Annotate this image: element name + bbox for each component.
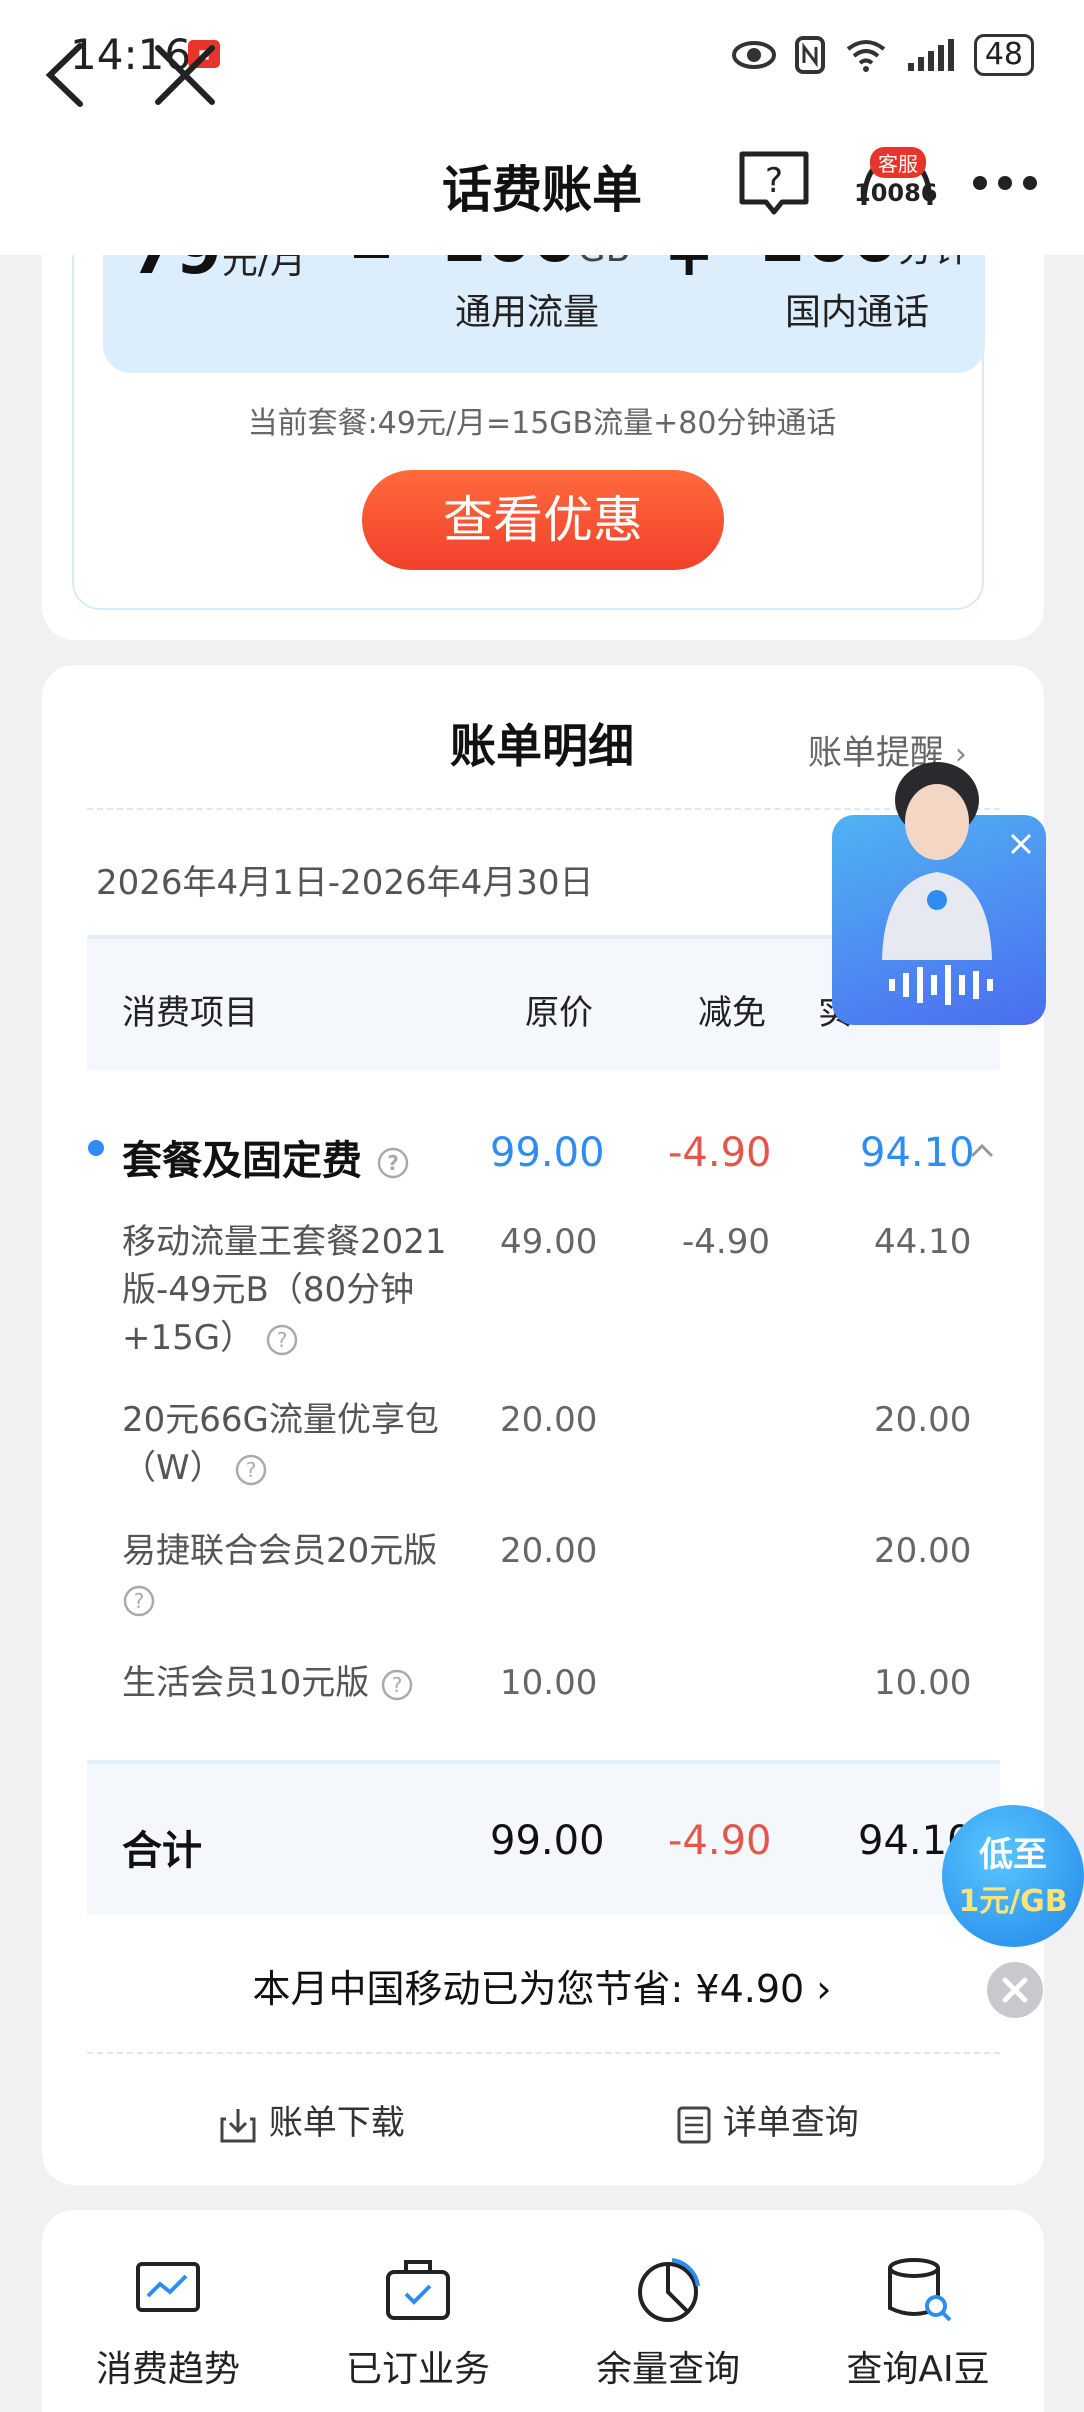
bill-row-original: 49.00 [500, 1222, 598, 1262]
shortcut-consumption-trend[interactable]: 消费趋势 [58, 2340, 278, 2392]
bill-row-name: 生活会员10元版 ? [122, 1659, 462, 1707]
section-original: 99.00 [490, 1130, 605, 1176]
voice-wave-icon [889, 965, 993, 1005]
back-arrow-icon[interactable] [36, 40, 96, 110]
signal-icon [907, 39, 954, 71]
question-icon[interactable]: ? [122, 1584, 156, 1618]
customer-service-button[interactable]: 客服 10086 [852, 145, 942, 240]
bill-row-discount: -4.90 [682, 1222, 770, 1262]
bill-row-name: 移动流量王套餐2021版-49元B（80分钟+15G） ? [122, 1222, 447, 1358]
bill-row-name: 易捷联合会员20元版 ? [122, 1527, 462, 1623]
trend-chart-icon[interactable] [128, 2250, 208, 2330]
cs-number: 10086 [854, 179, 938, 207]
help-icon[interactable]: ? [738, 150, 810, 216]
badge-close-button[interactable] [987, 1962, 1043, 2018]
shortcut-balance-query[interactable]: 余量查询 [558, 2340, 778, 2392]
chevron-right-icon: › [816, 1967, 832, 2011]
bill-row-original: 20.00 [500, 1400, 598, 1440]
question-icon[interactable]: ? [265, 1323, 299, 1357]
bill-row-actual: 10.00 [874, 1663, 972, 1703]
total-original: 99.00 [490, 1818, 605, 1864]
bill-row-actual: 20.00 [874, 1531, 972, 1571]
assistant-avatar [882, 762, 992, 960]
col-header-item: 消费项目 [122, 993, 258, 1033]
bill-period: 2026年4月1日-2026年4月30日 [96, 863, 594, 903]
battery-level: 48 [973, 34, 1034, 76]
close-icon[interactable] [1008, 831, 1034, 857]
chevron-up-icon[interactable] [968, 1140, 996, 1160]
svg-text:?: ? [277, 1328, 288, 1352]
current-plan-text: 当前套餐:49元/月=15GB流量+80分钟通话 [247, 406, 837, 441]
bill-row-original: 20.00 [500, 1531, 598, 1571]
divider [87, 2052, 1000, 2054]
bill-row-actual: 20.00 [874, 1400, 972, 1440]
svg-text:?: ? [392, 1673, 403, 1697]
svg-text:?: ? [246, 1458, 257, 1482]
section-discount: -4.90 [668, 1130, 772, 1176]
bill-row-original: 10.00 [500, 1663, 598, 1703]
col-header-original: 原价 [525, 993, 593, 1033]
shortcut-subscribed-services[interactable]: 已订业务 [308, 2340, 528, 2392]
col-header-discount: 减免 [698, 993, 766, 1033]
promo-call-label: 国内通话 [785, 292, 930, 333]
promo-data-label: 通用流量 [455, 292, 600, 333]
svg-text:?: ? [387, 1151, 399, 1175]
section-dot [88, 1140, 104, 1156]
wifi-icon [846, 40, 886, 72]
close-icon [1002, 1977, 1028, 2003]
detail-query-button[interactable]: 详单查询 [676, 2095, 859, 2145]
total-label: 合计 [122, 1828, 202, 1874]
close-icon[interactable] [150, 40, 220, 110]
svg-text:?: ? [765, 161, 783, 201]
pie-chart-icon[interactable] [628, 2250, 708, 2330]
document-list-icon [677, 2106, 711, 2143]
bill-row-actual: 44.10 [874, 1222, 972, 1262]
section-package-fee[interactable]: 套餐及固定费 ? [122, 1128, 410, 1186]
briefcase-check-icon[interactable] [378, 2250, 458, 2330]
download-icon [220, 2108, 256, 2142]
section-actual: 94.10 [860, 1130, 975, 1176]
more-icon[interactable] [970, 168, 1040, 198]
nfc-icon [794, 36, 825, 74]
promo-badge[interactable]: 低至 1元/GB [942, 1805, 1084, 1947]
question-icon[interactable]: ? [376, 1146, 410, 1180]
shortcut-ai-beans[interactable]: 查询AI豆 [808, 2340, 1028, 2392]
status-icons: 48 [731, 30, 1034, 80]
question-icon[interactable]: ? [234, 1453, 268, 1487]
coin-stack-search-icon[interactable] [878, 2250, 958, 2330]
cs-badge: 客服 [870, 147, 926, 178]
bill-download-button[interactable]: 账单下载 [218, 2095, 405, 2145]
eye-icon [731, 41, 776, 69]
question-icon[interactable]: ? [380, 1668, 414, 1702]
bill-row-name: 20元66G流量优享包（W） ? [122, 1400, 439, 1488]
ai-assistant-widget[interactable] [832, 762, 1046, 1025]
svg-text:?: ? [134, 1589, 145, 1613]
savings-link[interactable]: 本月中国移动已为您节省: ¥4.90 › [0, 1958, 1084, 2013]
total-discount: -4.90 [668, 1818, 772, 1864]
view-offer-button[interactable]: 查看优惠 [362, 470, 724, 570]
